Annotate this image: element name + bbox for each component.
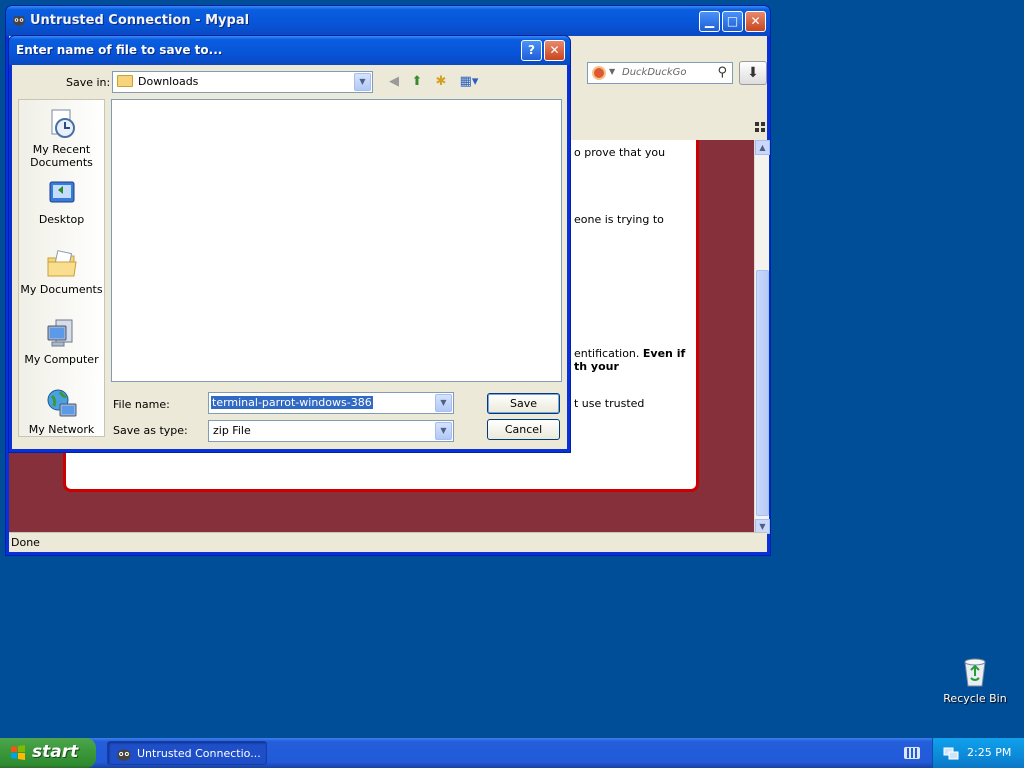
error-text-1: o prove that you (574, 146, 666, 159)
close-icon: ✕ (549, 43, 560, 57)
error-text-2: eone is trying to (574, 213, 664, 226)
my-computer-icon (46, 318, 78, 350)
place-my-computer[interactable]: My Computer (19, 318, 104, 366)
search-input[interactable]: ▼ DuckDuckGo ⚲ (587, 62, 733, 84)
new-folder-icon[interactable]: ✱ (431, 72, 451, 92)
dialog-body: Save in: Downloads ▼ ◀ ⬆ ✱ ▦▾ My Recent … (12, 65, 567, 449)
error-text-3b: Even if (642, 347, 686, 360)
start-label: start (32, 742, 79, 762)
dialog-titlebar[interactable]: Enter name of file to save to... ? ✕ (9, 36, 570, 65)
status-text: Done (11, 536, 40, 549)
dialog-close-button[interactable]: ✕ (544, 40, 565, 61)
download-arrow-icon: ⬇ (747, 65, 759, 81)
place-label: My Recent Documents (30, 143, 93, 169)
place-desktop[interactable]: Desktop (19, 178, 104, 226)
search-engine-dropdown-icon[interactable]: ▼ (609, 67, 615, 76)
view-menu-icon[interactable]: ▦▾ (456, 72, 482, 92)
save-in-dropdown[interactable]: Downloads ▼ (112, 71, 373, 93)
save-file-dialog: Enter name of file to save to... ? ✕ Sav… (8, 35, 571, 453)
maximize-button[interactable]: □ (722, 11, 743, 32)
back-icon[interactable]: ◀ (384, 72, 404, 92)
help-button[interactable]: ? (521, 40, 542, 61)
chevron-down-icon[interactable]: ▼ (435, 422, 452, 440)
place-my-documents[interactable]: My Documents (19, 248, 104, 296)
error-text-3: entification. Even if (574, 347, 685, 360)
start-button[interactable]: start (0, 738, 96, 768)
vertical-scrollbar[interactable]: ▲ ▼ (754, 140, 770, 534)
my-network-icon (46, 388, 78, 420)
error-text-4: th your (574, 360, 619, 373)
close-icon: ✕ (750, 14, 761, 28)
save-as-type-label: Save as type: (113, 424, 188, 437)
save-in-value: Downloads (138, 75, 199, 88)
cancel-button[interactable]: Cancel (487, 419, 560, 440)
keyboard-icon[interactable] (904, 747, 920, 759)
system-tray: 2:25 PM (932, 738, 1024, 768)
duckduckgo-icon[interactable] (592, 66, 606, 80)
save-in-label: Save in: (66, 76, 111, 89)
place-label: My Documents (20, 283, 103, 296)
maximize-icon: □ (726, 14, 739, 28)
place-label: My Computer (24, 353, 99, 366)
help-icon: ? (528, 43, 535, 57)
menu-grid-icon[interactable] (755, 122, 765, 132)
place-my-recent-documents[interactable]: My Recent Documents (19, 108, 104, 169)
file-name-label: File name: (113, 398, 170, 411)
search-placeholder: DuckDuckGo (622, 67, 687, 78)
minimize-button[interactable]: ▁ (699, 11, 720, 32)
network-status-icon[interactable] (943, 745, 959, 761)
recycle-bin[interactable]: Recycle Bin (942, 656, 1008, 705)
mypal-icon (13, 15, 25, 26)
place-label: My Network (28, 423, 95, 436)
browser-title: Untrusted Connection - Mypal (30, 13, 250, 28)
save-as-type-dropdown[interactable]: zip File ▼ (208, 420, 454, 442)
clock[interactable]: 2:25 PM (967, 746, 1011, 759)
close-button[interactable]: ✕ (745, 11, 766, 32)
recent-documents-icon (46, 108, 78, 140)
place-my-network[interactable]: My Network (19, 388, 104, 436)
browser-titlebar[interactable]: Untrusted Connection - Mypal ▁ □ ✕ (6, 6, 770, 36)
folder-icon (117, 75, 133, 87)
my-documents-icon (46, 248, 78, 280)
error-text-5: t use trusted (574, 397, 645, 410)
chevron-down-icon[interactable]: ▼ (354, 73, 371, 91)
scrollbar-thumb[interactable] (756, 270, 769, 516)
error-text-3a: entification. (574, 347, 643, 360)
place-label: Desktop (38, 213, 85, 226)
search-icon[interactable]: ⚲ (717, 65, 727, 80)
taskbar: start Untrusted Connectio... 2:25 PM (0, 738, 1024, 768)
dialog-title: Enter name of file to save to... (16, 43, 223, 57)
taskbar-item-label: Untrusted Connectio... (137, 747, 261, 760)
file-name-field[interactable]: terminal-parrot-windows-386 ▼ (208, 392, 454, 414)
minimize-icon: ▁ (704, 14, 715, 28)
up-folder-icon[interactable]: ⬆ (407, 72, 427, 92)
file-name-value: terminal-parrot-windows-386 (211, 396, 373, 409)
desktop-icon (46, 178, 78, 210)
file-list[interactable] (111, 99, 562, 382)
taskbar-item-browser[interactable]: Untrusted Connectio... (107, 741, 267, 765)
recycle-bin-label: Recycle Bin (943, 692, 1007, 705)
places-bar: My Recent Documents Desktop My Documents… (18, 99, 105, 437)
save-as-type-value: zip File (213, 424, 251, 437)
downloads-button[interactable]: ⬇ (739, 61, 767, 85)
save-button[interactable]: Save (487, 393, 560, 414)
chevron-down-icon[interactable]: ▼ (435, 394, 452, 412)
windows-flag-icon (11, 745, 25, 760)
status-bar: Done (9, 532, 767, 552)
recycle-bin-icon (959, 656, 991, 688)
mypal-icon (117, 749, 131, 761)
scroll-up-arrow-icon[interactable]: ▲ (755, 140, 770, 155)
